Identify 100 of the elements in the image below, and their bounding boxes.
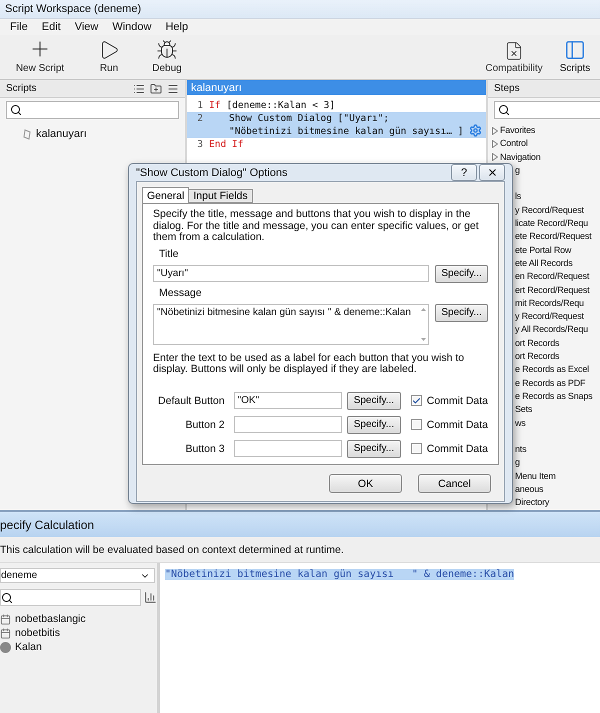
field-label: Title	[159, 248, 180, 260]
step-item[interactable]: e Records as Excel	[515, 363, 589, 377]
tab[interactable]: Input Fields	[188, 189, 253, 203]
instructions-text: Specify the title, message and buttons that you wish to display in the dialog. For the title and message, you can enter specific values, or get them from a calculation.	[153, 209, 480, 244]
field-label: Button 2	[184, 418, 225, 430]
step-item[interactable]: ert Record/Request	[515, 284, 590, 297]
step-item[interactable]: y All Records/Requ	[515, 323, 588, 337]
button-label-field[interactable]: "OK"	[234, 392, 342, 409]
close-button[interactable]	[479, 164, 505, 181]
title-field[interactable]: "Uyarı"	[153, 264, 430, 282]
step-item[interactable]: g	[515, 456, 520, 470]
toolbar-button[interactable]: Debug	[138, 35, 196, 79]
search-field[interactable]	[494, 101, 600, 119]
step-item[interactable]: Favorites	[500, 124, 536, 138]
table-dropdown[interactable]: deneme	[0, 568, 155, 583]
document-icon	[504, 41, 524, 61]
step-item[interactable]: e Records as PDF	[515, 376, 586, 390]
field-item[interactable]: nobetbaslangic	[15, 613, 86, 625]
help-button[interactable]: ?	[451, 164, 477, 181]
menu-item[interactable]: Window	[112, 21, 152, 33]
search-field[interactable]	[0, 589, 142, 606]
step-item[interactable]: en Record/Request	[515, 270, 590, 284]
menu-icon[interactable]	[167, 82, 179, 94]
code-line[interactable]: Show Custom Dialog ["Uyarı";	[229, 113, 464, 124]
step-item[interactable]: ete Portal Row	[515, 244, 572, 257]
search-icon	[1, 592, 13, 604]
cancel-button[interactable]: Cancel	[418, 474, 491, 493]
toolbar-button[interactable]: Compatibility	[478, 35, 550, 79]
step-item[interactable]: Directory	[515, 496, 550, 510]
info-text: This calculation will be evaluated based on context determined at runtime.	[0, 544, 344, 556]
step-item[interactable]: ls	[515, 190, 522, 204]
step-item[interactable]: e Records as Snaps	[515, 390, 592, 404]
step-item[interactable]: ete Record/Request	[515, 230, 592, 244]
step-item[interactable]: Control	[500, 137, 528, 151]
step-item[interactable]: g	[515, 164, 520, 178]
line-number: 3	[196, 139, 204, 150]
step-item[interactable]: mit Records/Requ	[515, 296, 584, 310]
toolbar-button[interactable]: Run	[80, 35, 138, 79]
field-label: Message	[159, 286, 203, 298]
step-item[interactable]: Sets	[515, 403, 532, 417]
script-icon	[22, 128, 32, 140]
step-item[interactable]: ete All Records	[515, 256, 573, 270]
code-line[interactable]: [deneme::Kalan < 3]	[226, 100, 336, 111]
specify-button[interactable]: Specify...	[347, 392, 401, 410]
panel-title: Steps	[494, 83, 520, 94]
field-item[interactable]: nobetbitis	[15, 627, 60, 639]
dialog-title: "Show Custom Dialog" Options	[136, 166, 288, 178]
panel-title: Scripts	[6, 83, 37, 94]
search-icon	[10, 104, 22, 116]
specify-button[interactable]: Specify...	[435, 304, 488, 322]
specify-button[interactable]: Specify...	[435, 264, 488, 282]
step-item[interactable]: ort Records	[515, 350, 560, 364]
line-number: 1	[196, 100, 204, 111]
step-item[interactable]: ort Records	[515, 336, 560, 350]
step-item[interactable]: Menu Item	[515, 470, 556, 484]
menu-item[interactable]: File	[10, 21, 28, 33]
checkbox-label: Commit Data	[426, 418, 488, 430]
specify-button[interactable]: Specify...	[347, 440, 401, 458]
step-item[interactable]: y Record/Request	[515, 310, 584, 324]
scroll-up-icon[interactable]	[421, 308, 426, 310]
checkbox[interactable]	[410, 419, 422, 430]
checkbox[interactable]	[410, 395, 422, 406]
field-label: Button 3	[184, 442, 225, 454]
formula-text: "Nöbetinizi bitmesine kalan gün sayısı " & deneme::Kalan	[165, 569, 514, 580]
code-line[interactable]: "Nöbetinizi bitmesine kalan gün sayısı… ]	[229, 126, 464, 137]
toolbar-button[interactable]: Scripts	[550, 35, 600, 79]
line-number: 2	[196, 113, 204, 126]
ok-button[interactable]: OK	[329, 474, 402, 493]
specify-button[interactable]: Specify...	[347, 416, 401, 434]
step-item[interactable]: y Record/Request	[515, 204, 584, 218]
folder-icon[interactable]	[150, 82, 162, 94]
scroll-down-icon[interactable]	[421, 338, 426, 340]
step-item[interactable]: ws	[515, 416, 526, 430]
step-item[interactable]: aneous	[515, 483, 544, 496]
toolbar-button[interactable]: New Script	[0, 35, 80, 79]
panel-icon	[564, 39, 586, 61]
button-label-field[interactable]	[234, 416, 342, 433]
field-item[interactable]: Kalan	[15, 641, 42, 653]
script-item[interactable]: kalanuyarı	[36, 128, 87, 140]
formula-editor[interactable]: "Nöbetinizi bitmesine kalan gün sayısı " & deneme::Kalan	[160, 563, 600, 713]
step-item[interactable]: nts	[515, 443, 526, 456]
bar-chart-icon[interactable]	[144, 591, 157, 604]
step-item[interactable]: Navigation	[500, 150, 541, 164]
button-label-field[interactable]	[234, 440, 342, 457]
menu-item[interactable]: View	[74, 21, 98, 33]
search-field[interactable]	[6, 101, 179, 119]
window-title: Script Workspace (deneme)	[5, 3, 142, 15]
checkbox-label: Commit Data	[426, 394, 488, 406]
gear-icon[interactable]	[469, 124, 482, 137]
close-icon	[486, 167, 498, 178]
checkbox[interactable]	[410, 443, 422, 454]
calendar-icon	[0, 628, 11, 638]
bug-icon	[156, 39, 178, 61]
checkbox-label: Commit Data	[426, 442, 488, 454]
message-field[interactable]: "Nöbetinizi bitmesine kalan gün sayısı " & deneme::Kalan	[153, 304, 430, 344]
menu-item[interactable]: Help	[165, 21, 188, 33]
menu-item[interactable]: Edit	[42, 21, 61, 33]
tab[interactable]: General	[142, 187, 190, 203]
instructions-text: Enter the text to be used as a label for each button that you wish to display. Buttons will only be displayed if they are labeled.	[153, 352, 466, 376]
step-item[interactable]: licate Record/Requ	[515, 217, 588, 230]
